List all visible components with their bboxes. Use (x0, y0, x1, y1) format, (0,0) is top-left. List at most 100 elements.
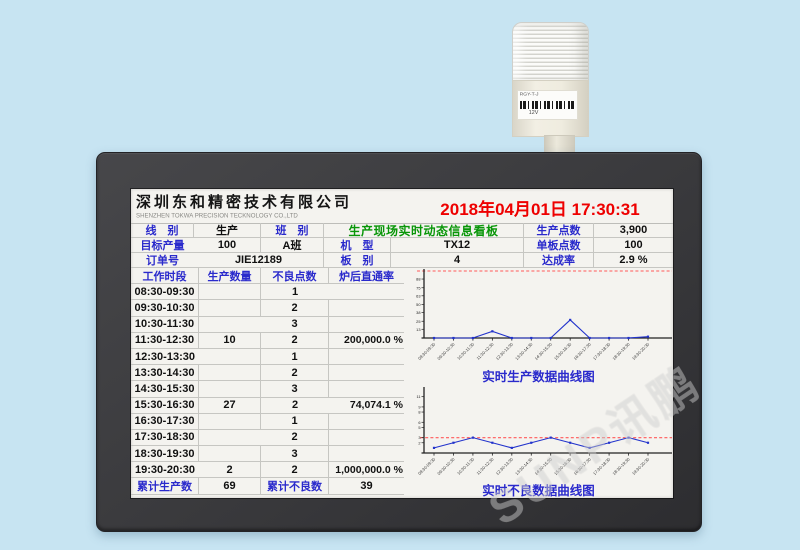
shift-label: 班 别 (261, 223, 324, 238)
board-title: 生产现场实时动态信息看板 (324, 223, 524, 238)
cell-defect-points: 2 (261, 365, 329, 381)
cell-defect-points: 2 (261, 300, 329, 316)
board-points-value: 100 (594, 238, 673, 253)
svg-text:12:30-13:30: 12:30-13:30 (495, 341, 515, 361)
svg-text:19:30-20:30: 19:30-20:30 (631, 341, 651, 361)
signal-tower-label: RGY-T-J 12V (517, 90, 578, 120)
production-points-value: 3,900 (594, 223, 673, 238)
svg-text:17:30-18:30: 17:30-18:30 (592, 456, 612, 476)
cell-production-qty (199, 317, 261, 333)
cell-production-qty: 27 (199, 398, 261, 414)
svg-text:08:30-09:30: 08:30-09:30 (417, 341, 437, 361)
target-output-label: 目标产量 (131, 238, 194, 253)
scene: RGY-T-J 12V 深圳东和精密技术有限公司 SHENZHEN TOKWA … (0, 0, 800, 550)
svg-text:18:30-19:30: 18:30-19:30 (611, 341, 631, 361)
svg-text:25: 25 (416, 319, 420, 324)
cell-pass-rate (329, 365, 404, 381)
svg-text:13:30-14:30: 13:30-14:30 (514, 341, 534, 361)
barcode-icon (520, 101, 575, 109)
svg-text:09:30-10:30: 09:30-10:30 (436, 341, 456, 361)
svg-text:13:30-14:30: 13:30-14:30 (514, 456, 534, 476)
cell-time-slot: 11:30-12:30 (131, 333, 199, 349)
tower-voltage-text: 12V (518, 109, 553, 114)
cell-time-slot: 18:30-19:30 (131, 446, 199, 462)
shift-table: 工作时段生产数量不良点数炉后直通率08:30-09:30109:30-10:30… (131, 268, 404, 495)
cell-production-qty (199, 381, 261, 397)
cell-time-slot: 14:30-15:30 (131, 381, 199, 397)
svg-text:08:30-09:30: 08:30-09:30 (417, 456, 437, 476)
cell-production-qty: 10 (199, 333, 261, 349)
svg-text:50: 50 (416, 302, 421, 307)
column-header: 生产数量 (199, 268, 261, 284)
screen-header: 深圳东和精密技术有限公司 SHENZHEN TOKWA PRECISION TE… (131, 189, 673, 224)
svg-text:14:30-15:30: 14:30-15:30 (534, 341, 554, 361)
cell-defect-points: 3 (261, 381, 329, 397)
svg-text:11:30-12:30: 11:30-12:30 (475, 341, 495, 361)
target-output-value: 100 (194, 238, 261, 253)
svg-text:11:30-12:30: 11:30-12:30 (475, 456, 495, 476)
cell-production-qty (199, 300, 261, 316)
column-header: 不良点数 (261, 268, 329, 284)
total-production-value: 69 (199, 478, 261, 494)
total-defect-value: 39 (329, 478, 404, 494)
cell-production-qty (199, 284, 261, 300)
cell-defect-points: 1 (261, 349, 329, 365)
svg-text:88: 88 (416, 277, 420, 282)
svg-text:16:30-17:30: 16:30-17:30 (572, 341, 592, 361)
cell-pass-rate: 1,000,000.0 % (329, 462, 404, 478)
cell-pass-rate (329, 430, 404, 446)
cell-production-qty: 2 (199, 462, 261, 478)
shift-value: A班 (261, 238, 324, 253)
line-label: 线 别 (131, 223, 194, 238)
svg-text:16:30-17:30: 16:30-17:30 (572, 456, 592, 476)
svg-text:9: 9 (418, 404, 420, 409)
cell-pass-rate: 74,074.1 % (329, 398, 404, 414)
cell-time-slot: 17:30-18:30 (131, 430, 199, 446)
tower-model-text: RGY-T-J (518, 91, 550, 96)
svg-text:38: 38 (416, 310, 420, 315)
cell-defect-points: 3 (261, 317, 329, 333)
cell-time-slot: 13:30-14:30 (131, 365, 199, 381)
production-points-label: 生产点数 (524, 223, 594, 238)
svg-text:5: 5 (418, 425, 420, 430)
line-value: 生产 (194, 223, 261, 238)
svg-text:19:30-20:30: 19:30-20:30 (631, 456, 651, 476)
cell-time-slot: 19:30-20:30 (131, 462, 199, 478)
cell-pass-rate (329, 317, 404, 333)
company-name-cn: 深圳东和精密技术有限公司 (136, 191, 374, 212)
cell-pass-rate (329, 349, 404, 365)
defect-line-chart: 2356891108:30-09:3009:30-10:3010:30-11:3… (404, 385, 673, 479)
cell-production-qty (199, 365, 261, 381)
cell-pass-rate (329, 284, 404, 300)
order-number-label: 订单号 (131, 253, 194, 268)
cell-time-slot: 15:30-16:30 (131, 398, 199, 414)
board-type-value: 4 (391, 253, 524, 268)
defect-chart-title: 实时不良数据曲线图 (404, 480, 673, 496)
cell-defect-points: 2 (261, 462, 329, 478)
production-chart-title: 实时生产数据曲线图 (404, 366, 673, 382)
svg-text:10:30-11:30: 10:30-11:30 (456, 456, 476, 476)
svg-text:14:30-15:30: 14:30-15:30 (534, 456, 554, 476)
svg-text:17:30-18:30: 17:30-18:30 (592, 341, 612, 361)
svg-text:10:30-11:30: 10:30-11:30 (456, 341, 476, 361)
svg-text:8: 8 (418, 410, 420, 415)
svg-text:63: 63 (416, 293, 420, 298)
cell-defect-points: 1 (261, 414, 329, 430)
svg-text:18:30-19:30: 18:30-19:30 (611, 456, 631, 476)
achievement-rate-value: 2.9 % (594, 253, 673, 268)
board-points-label: 单板点数 (524, 238, 594, 253)
svg-text:6: 6 (418, 420, 420, 425)
svg-text:3: 3 (418, 435, 420, 440)
cell-production-qty (199, 414, 261, 430)
machine-model-value: TX12 (391, 238, 524, 253)
machine-model-label: 机 型 (324, 238, 391, 253)
cell-defect-points: 2 (261, 430, 329, 446)
cell-defect-points: 2 (261, 398, 329, 414)
svg-text:2: 2 (418, 440, 420, 445)
svg-text:11: 11 (416, 394, 420, 399)
dashboard-screen: 深圳东和精密技术有限公司 SHENZHEN TOKWA PRECISION TE… (131, 189, 673, 498)
svg-text:75: 75 (416, 285, 420, 290)
company-block: 深圳东和精密技术有限公司 SHENZHEN TOKWA PRECISION TE… (136, 191, 374, 222)
board-type-label: 板 别 (324, 253, 391, 268)
cell-time-slot: 09:30-10:30 (131, 300, 199, 316)
